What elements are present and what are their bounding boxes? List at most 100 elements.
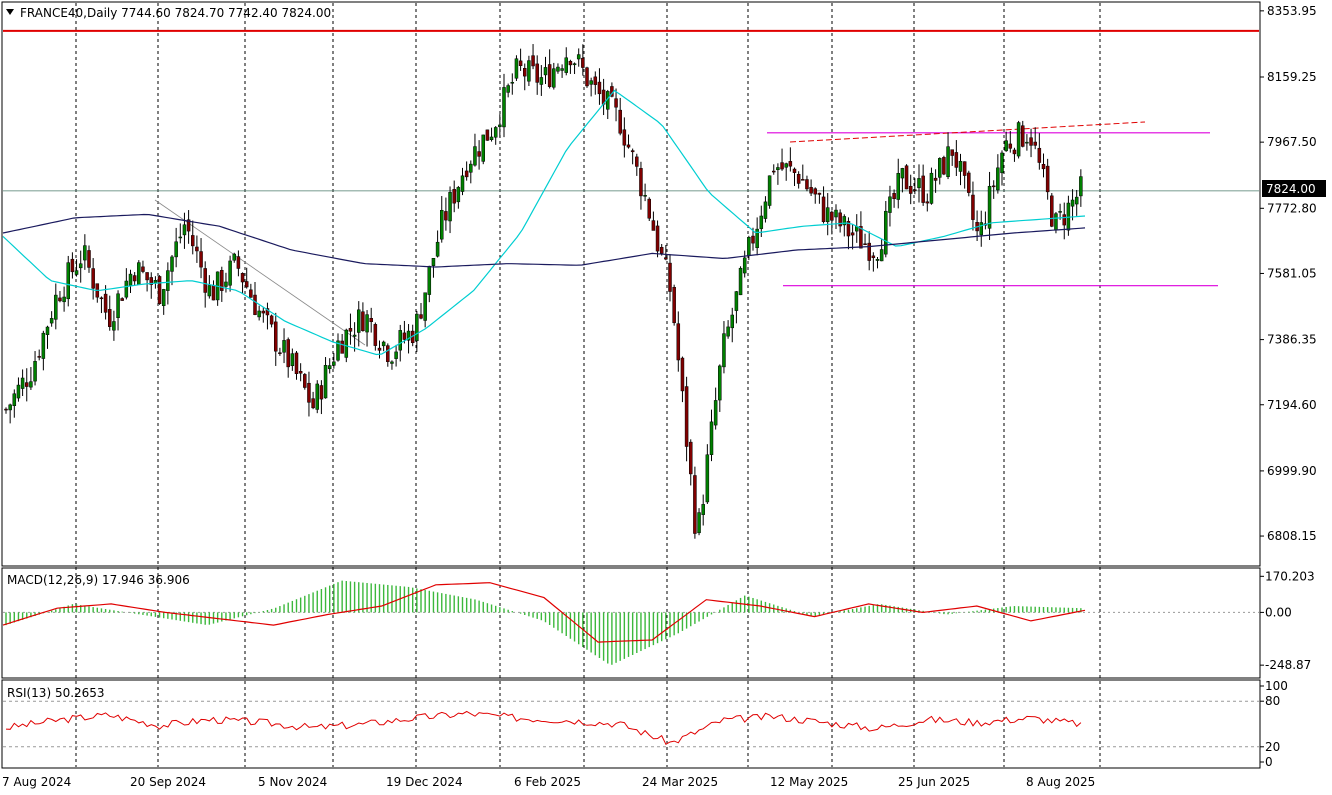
- macd-axis-label: -248.87: [1265, 658, 1311, 672]
- candle-body: [207, 285, 212, 297]
- candle-body: [137, 262, 141, 285]
- candle-body: [684, 386, 689, 447]
- candle-body: [489, 136, 494, 141]
- candle-body: [103, 293, 108, 313]
- candle-body: [867, 242, 871, 261]
- candle-body: [298, 371, 303, 374]
- candle-body: [62, 296, 66, 303]
- candle-body: [70, 258, 75, 273]
- candle-body: [527, 60, 531, 82]
- candle-body: [954, 152, 959, 168]
- candle-body: [477, 151, 481, 157]
- candle-body: [290, 353, 295, 367]
- candle-body: [722, 333, 726, 368]
- candle-body: [1021, 125, 1025, 147]
- candle-body: [49, 318, 54, 324]
- candle-body: [427, 265, 432, 295]
- candle-body: [1025, 141, 1029, 144]
- candle-body: [278, 352, 282, 354]
- candle-body: [473, 146, 477, 166]
- candle-body: [759, 215, 764, 229]
- candle-body: [319, 385, 324, 400]
- candle-body: [938, 158, 942, 178]
- price-axis-label: 6999.90: [1267, 464, 1317, 478]
- candle-body: [1033, 141, 1037, 146]
- candle-body: [41, 332, 46, 359]
- candle-body: [348, 328, 353, 332]
- candle-body: [464, 170, 469, 178]
- candle-body: [1037, 147, 1042, 163]
- candle-body: [593, 76, 598, 85]
- candle-body: [435, 241, 440, 257]
- candle-body: [514, 58, 519, 79]
- candle-body: [99, 297, 104, 300]
- candle-body: [958, 160, 963, 172]
- candle-body: [651, 220, 656, 231]
- candle-body: [12, 393, 17, 406]
- candle-body: [539, 77, 544, 85]
- candle-body: [199, 251, 203, 268]
- candle-body: [879, 249, 884, 262]
- candle-body: [772, 170, 776, 173]
- candle-body: [817, 192, 822, 195]
- candle-body: [1058, 211, 1062, 213]
- candle-body: [87, 250, 91, 268]
- candle-body: [373, 324, 378, 346]
- time-axis-label: 5 Nov 2024: [258, 775, 327, 789]
- candle-body: [622, 129, 627, 146]
- candle-body: [597, 81, 602, 95]
- candle-body: [315, 383, 319, 410]
- time-axis-label: 24 Mar 2025: [642, 775, 718, 789]
- candle-body: [54, 294, 58, 320]
- candle-body: [369, 318, 373, 323]
- candle-body: [767, 175, 772, 206]
- candle-body: [327, 365, 332, 370]
- candle-body: [66, 262, 70, 300]
- candle-body: [788, 161, 793, 167]
- candle-body: [780, 162, 784, 170]
- candle-body: [792, 168, 797, 173]
- candle-body: [340, 340, 344, 354]
- candle-body: [668, 262, 672, 292]
- macd-axis-label: 170.203: [1265, 569, 1315, 583]
- candle-body: [726, 326, 730, 337]
- candle-body: [4, 408, 8, 411]
- candle-body: [481, 134, 485, 162]
- candle-body: [871, 255, 876, 258]
- candle-body: [120, 298, 124, 301]
- candle-body: [58, 297, 62, 302]
- candle-body: [323, 365, 328, 399]
- candle-body: [232, 253, 236, 261]
- candle-body: [892, 193, 896, 200]
- candle-body: [664, 257, 668, 260]
- candle-body: [332, 361, 336, 366]
- candle-body: [568, 60, 573, 66]
- candle-body: [352, 334, 357, 337]
- candle-body: [589, 80, 593, 85]
- candle-body: [734, 291, 739, 311]
- candle-body: [274, 321, 278, 352]
- candle-body: [1041, 164, 1046, 170]
- candle-body: [244, 281, 249, 288]
- candle-body: [1070, 199, 1075, 207]
- candle-body: [419, 314, 423, 319]
- price-axis: 8353.95 8159.25 7967.50 7772.80 7581.05 7386.…: [1260, 4, 1317, 543]
- candle-body: [286, 339, 290, 368]
- candle-body: [178, 236, 183, 239]
- candle-body: [950, 149, 954, 156]
- candle-body: [751, 235, 755, 244]
- candle-body: [585, 67, 589, 87]
- candle-body: [655, 225, 660, 252]
- candle-body: [303, 374, 307, 388]
- chart-window: 8353.95 8159.25 7967.50 7772.80 7581.05 7386.…: [0, 0, 1332, 795]
- candle-body: [16, 384, 21, 399]
- candle-body: [1045, 165, 1050, 193]
- candle-body: [469, 163, 473, 173]
- symbol-header: FRANCE40,Daily 7744.60 7824.70 7742.40 7…: [20, 6, 331, 20]
- chart-canvas: 8353.95 8159.25 7967.50 7772.80 7581.05 7386.…: [1, 1, 1326, 789]
- candle-body: [647, 198, 651, 219]
- candle-body: [253, 294, 257, 315]
- candle-body: [25, 382, 29, 387]
- candle-body: [896, 173, 900, 200]
- candle-body: [261, 310, 266, 314]
